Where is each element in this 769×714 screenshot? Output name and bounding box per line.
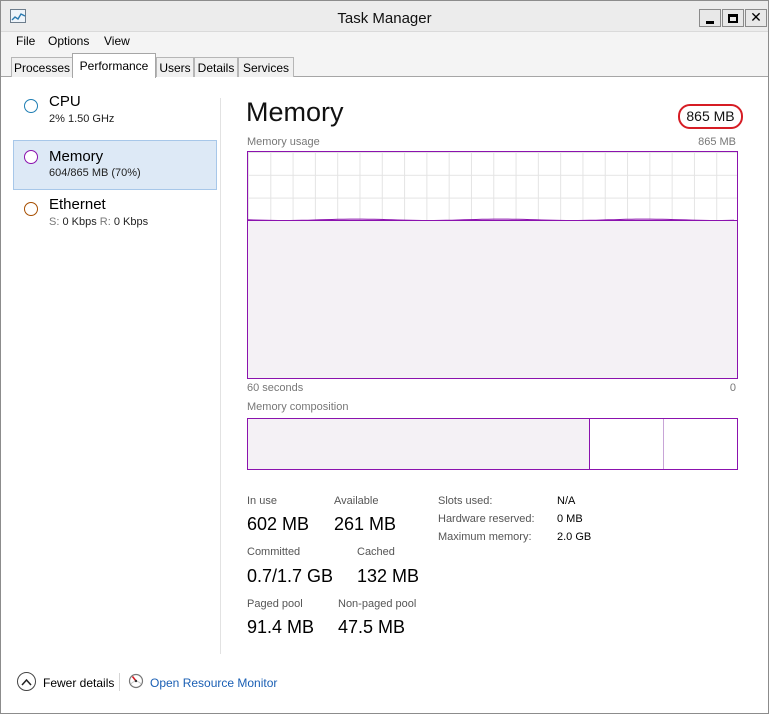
memory-usage-graph: [247, 151, 738, 379]
ethernet-circle-icon: [24, 202, 38, 216]
tab-strip: Processes Performance Users Details Serv…: [1, 52, 768, 78]
committed-value: 0.7/1.7 GB: [247, 566, 334, 586]
task-manager-window: Task Manager ✕ File Options View Process…: [0, 0, 769, 714]
tab-performance[interactable]: Performance: [72, 53, 156, 78]
maximum-memory-label: Maximum memory:: [438, 531, 532, 543]
sidebar-item-subtitle: 2% 1.50 GHz: [49, 113, 115, 125]
menu-bar: File Options View: [1, 32, 768, 52]
committed-label: Committed: [247, 546, 301, 558]
hardware-reserved-label: Hardware reserved:: [438, 513, 535, 525]
chevron-up-icon[interactable]: [17, 672, 36, 691]
sidebar-item-cpu[interactable]: CPU 2% 1.50 GHz: [13, 89, 217, 139]
resource-monitor-icon[interactable]: [128, 673, 144, 689]
menu-view[interactable]: View: [104, 34, 130, 48]
memory-usage-line: [248, 218, 735, 221]
slots-used-value: N/A: [557, 495, 576, 507]
receive-label: R:: [99, 216, 111, 228]
menu-file[interactable]: File: [16, 34, 35, 48]
in-use-value: 602 MB: [247, 514, 310, 534]
window-title: Task Manager: [337, 10, 432, 27]
send-value: 0 Kbps: [62, 216, 97, 228]
cached-value: 132 MB: [357, 566, 420, 586]
sidebar-item-memory[interactable]: Memory 604/865 MB (70%): [13, 140, 217, 190]
maximum-memory-value: 2.0 GB: [557, 531, 592, 543]
composition-standby-segment: [590, 419, 664, 469]
open-resource-monitor-link[interactable]: Open Resource Monitor: [150, 676, 277, 690]
non-paged-pool-value: 47.5 MB: [338, 617, 406, 637]
fewer-details-button[interactable]: Fewer details: [43, 676, 114, 690]
graph-axis-left-label: 60 seconds: [247, 382, 304, 394]
minimize-button[interactable]: [699, 9, 721, 27]
tab-details[interactable]: Details: [194, 57, 238, 77]
memory-circle-icon: [24, 150, 38, 164]
graph-axis-right-label: 0: [729, 382, 736, 394]
available-label: Available: [334, 495, 379, 507]
sidebar-item-subtitle: S: 0 Kbps R: 0 Kbps: [49, 216, 148, 228]
available-value: 261 MB: [334, 514, 397, 534]
minimize-icon: [706, 20, 714, 24]
tab-users[interactable]: Users: [156, 57, 194, 77]
tab-processes[interactable]: Processes: [11, 57, 73, 77]
memory-usage-max-label: 865 MB: [698, 136, 736, 148]
cached-label: Cached: [357, 546, 395, 558]
hardware-reserved-value: 0 MB: [557, 513, 583, 525]
memory-usage-label: Memory usage: [247, 136, 320, 148]
menu-options[interactable]: Options: [48, 34, 89, 48]
title-bar[interactable]: Task Manager ✕: [1, 1, 768, 32]
close-icon: ✕: [750, 10, 762, 26]
footer-separator: [119, 673, 120, 691]
maximize-icon: [728, 13, 738, 23]
sidebar-item-label: CPU: [49, 93, 81, 110]
page-title: Memory: [246, 97, 344, 127]
non-paged-pool-label: Non-paged pool: [338, 598, 417, 610]
memory-composition-label: Memory composition: [247, 401, 349, 413]
sidebar-divider[interactable]: [220, 98, 221, 654]
sidebar-item-label: Memory: [49, 148, 104, 165]
sidebar-item-label: Ethernet: [49, 196, 106, 213]
total-memory-badge: 865 MB: [678, 104, 743, 129]
paged-pool-label: Paged pool: [247, 598, 303, 610]
paged-pool-value: 91.4 MB: [247, 617, 315, 637]
sidebar-item-ethernet[interactable]: Ethernet S: 0 Kbps R: 0 Kbps: [13, 192, 217, 242]
memory-composition-bar: [247, 418, 738, 470]
close-button[interactable]: ✕: [745, 9, 767, 27]
send-label: S:: [49, 216, 60, 228]
composition-in-use-segment: [248, 419, 591, 469]
slots-used-label: Slots used:: [438, 495, 493, 507]
receive-value: 0 Kbps: [113, 216, 149, 228]
maximize-button[interactable]: [722, 9, 744, 27]
cpu-circle-icon: [24, 99, 38, 113]
tab-services[interactable]: Services: [238, 57, 294, 77]
sidebar-item-subtitle: 604/865 MB (70%): [49, 167, 141, 179]
in-use-label: In use: [247, 495, 277, 507]
